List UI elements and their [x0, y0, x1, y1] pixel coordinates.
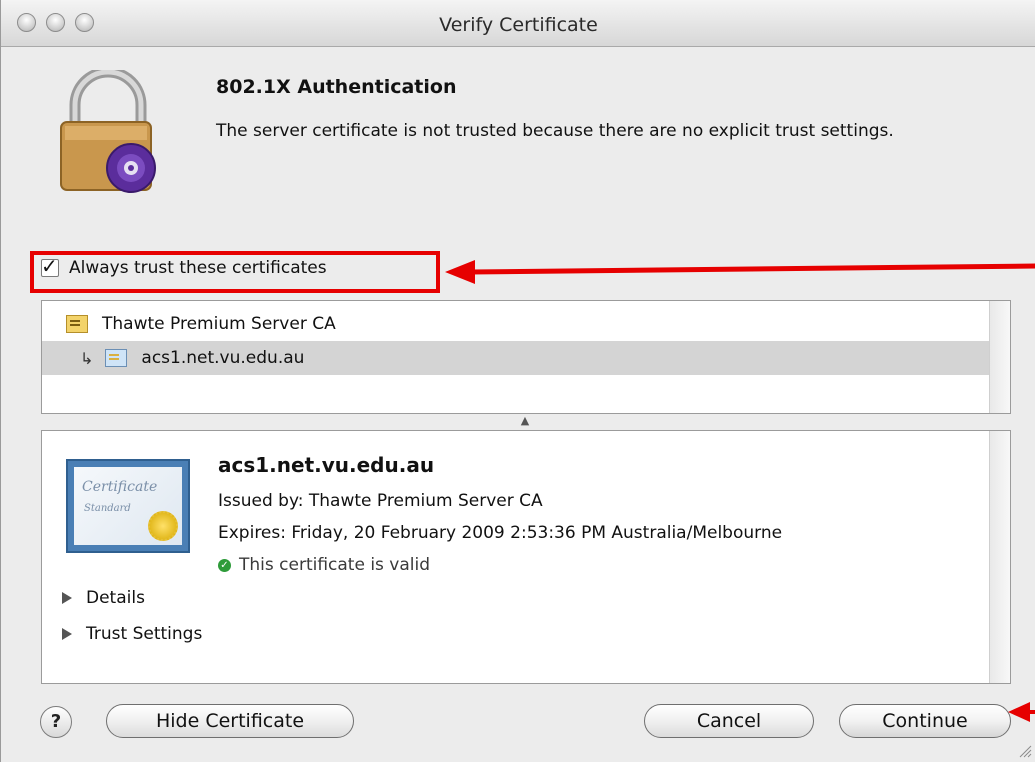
- certificate-chain-label: acs1.net.vu.edu.au: [141, 348, 305, 368]
- cancel-button[interactable]: Cancel: [644, 704, 814, 738]
- verify-certificate-window: Verify Certificate 802.1X Authentication…: [0, 0, 1035, 762]
- annotation-arrow-icon: [445, 260, 1035, 284]
- padlock-icon: [60, 70, 156, 193]
- child-indent-arrow-icon: ↳: [80, 348, 94, 368]
- certificate-graphic-subtext: Standard: [84, 503, 131, 514]
- details-label[interactable]: Details: [86, 588, 145, 608]
- certificate-chain-list[interactable]: Thawte Premium Server CA ↳ acs1.net.vu.e…: [41, 300, 1011, 414]
- window-title: Verify Certificate: [439, 14, 598, 36]
- certificate-name: acs1.net.vu.edu.au: [218, 453, 435, 477]
- certificate-detail-pane: Certificate Standard acs1.net.vu.edu.au …: [41, 430, 1011, 684]
- certificate-status-label: This certificate is valid: [239, 555, 431, 575]
- certificate-issuer: Issued by: Thawte Premium Server CA: [218, 491, 543, 511]
- annotation-highlight-box: [30, 251, 440, 293]
- trust-settings-label[interactable]: Trust Settings: [86, 624, 202, 644]
- dialog-message: The server certificate is not trusted be…: [216, 121, 894, 141]
- certificate-graphic-text: Certificate: [82, 479, 158, 495]
- certificate-list-scrollbar[interactable]: [989, 301, 1010, 413]
- annotation-arrow-icon: [1008, 702, 1035, 722]
- valid-check-icon: ✓: [218, 558, 231, 572]
- hide-certificate-button[interactable]: Hide Certificate: [106, 704, 354, 738]
- certificate-seal-icon: [148, 511, 178, 541]
- certificate-graphic-icon: Certificate Standard: [66, 459, 190, 553]
- certificate-chain-row-leaf[interactable]: ↳ acs1.net.vu.edu.au: [42, 341, 990, 375]
- help-button[interactable]: ?: [40, 706, 72, 738]
- certificate-chain-row-root[interactable]: Thawte Premium Server CA: [42, 307, 990, 341]
- certificate-status: ✓ This certificate is valid: [218, 555, 430, 575]
- certificate-expiry: Expires: Friday, 20 February 2009 2:53:3…: [218, 523, 783, 543]
- leaf-certificate-icon: [105, 349, 128, 367]
- root-certificate-icon: [66, 315, 88, 333]
- continue-button[interactable]: Continue: [839, 704, 1011, 738]
- pane-splitter[interactable]: ▲: [41, 412, 1009, 430]
- details-disclosure[interactable]: Details: [62, 588, 145, 608]
- dialog-heading: 802.1X Authentication: [216, 76, 457, 98]
- resize-grip-icon[interactable]: [1016, 742, 1032, 758]
- disclosure-triangle-icon[interactable]: [62, 592, 72, 604]
- disclosure-triangle-icon[interactable]: [62, 628, 72, 640]
- certificate-detail-scrollbar[interactable]: [989, 431, 1010, 683]
- title-bar[interactable]: Verify Certificate: [1, 0, 1035, 47]
- certificate-chain-label: Thawte Premium Server CA: [102, 314, 336, 334]
- trust-settings-disclosure[interactable]: Trust Settings: [62, 624, 202, 644]
